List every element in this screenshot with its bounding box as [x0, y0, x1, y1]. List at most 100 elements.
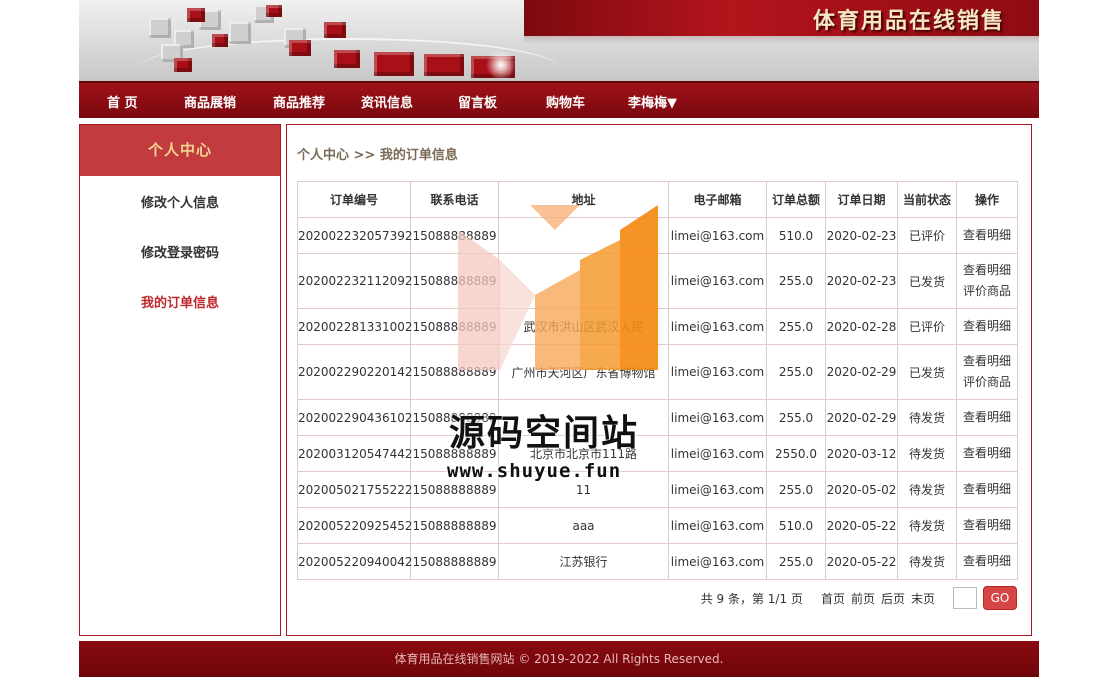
orders-table: 订单编号 联系电话 地址 电子邮箱 订单总额 订单日期 当前状态 操作 2020… [297, 181, 1018, 580]
total-cell: 255.0 [766, 344, 826, 400]
date-cell: 2020-02-23 [825, 253, 898, 309]
actions-cell: 查看明细 [956, 435, 1018, 472]
view-details-link[interactable]: 查看明细 [957, 225, 1017, 246]
view-details-link[interactable]: 查看明细 [957, 443, 1017, 464]
status-cell: 已发货 [897, 344, 957, 400]
phone-cell: 15088888889 [410, 217, 499, 254]
email-cell: limei@163.com [668, 507, 767, 544]
col-header-total: 订单总额 [766, 181, 826, 218]
status-cell: 待发货 [897, 543, 957, 580]
date-cell: 2020-02-23 [825, 217, 898, 254]
total-cell: 2550.0 [766, 435, 826, 472]
main-panel: 个人中心 >> 我的订单信息 订单编号 联系电话 地址 电子邮箱 订单总额 订单… [286, 124, 1032, 636]
view-details-link[interactable]: 查看明细 [957, 351, 1017, 372]
pagination-next[interactable]: 后页 [881, 590, 905, 607]
order-id-cell: 202002281331002 [297, 308, 413, 345]
view-details-link[interactable]: 查看明细 [957, 479, 1017, 500]
total-cell: 255.0 [766, 308, 826, 345]
col-header-phone: 联系电话 [410, 181, 499, 218]
banner-cube [374, 52, 414, 76]
col-header-status: 当前状态 [897, 181, 957, 218]
nav-news[interactable]: 资讯信息 [361, 92, 413, 111]
date-cell: 2020-02-29 [825, 399, 898, 436]
actions-cell: 查看明细 [956, 471, 1018, 508]
actions-cell: 查看明细 [956, 543, 1018, 580]
table-row: 202005220940042 15088888889 江苏银行 limei@163.… [297, 543, 1018, 580]
order-id-cell: 202002232112092 [297, 253, 413, 309]
pagination-first[interactable]: 首页 [821, 590, 845, 607]
col-header-address: 地址 [498, 181, 669, 218]
email-cell: limei@163.com [668, 399, 767, 436]
orders-table-body: 202002232057392 15088888889 limei@163.com 5… [297, 217, 1018, 580]
date-cell: 2020-05-02 [825, 471, 898, 508]
nav-products[interactable]: 商品展销 [184, 92, 236, 111]
banner-cube [324, 22, 346, 38]
actions-cell: 查看明细 评价商品 [956, 344, 1018, 400]
pagination-prev[interactable]: 前页 [851, 590, 875, 607]
nav-user-menu[interactable]: 李梅梅▼ [628, 92, 677, 111]
date-cell: 2020-02-28 [825, 308, 898, 345]
total-cell: 510.0 [766, 507, 826, 544]
total-cell: 255.0 [766, 471, 826, 508]
col-header-order-id: 订单编号 [297, 181, 411, 218]
review-products-link[interactable]: 评价商品 [957, 281, 1017, 302]
pagination-last[interactable]: 末页 [911, 590, 935, 607]
actions-cell: 查看明细 评价商品 [956, 253, 1018, 309]
col-header-email: 电子邮箱 [668, 181, 767, 218]
total-cell: 510.0 [766, 217, 826, 254]
view-details-link[interactable]: 查看明细 [957, 316, 1017, 337]
table-row: 202005021755222 15088888889 11 limei@163.co… [297, 471, 1018, 508]
status-cell: 已评价 [897, 308, 957, 345]
banner-cube [266, 5, 282, 17]
page-number-input[interactable] [953, 587, 977, 609]
address-cell [498, 253, 669, 309]
address-cell: 武汉市洪山区武汉人民 [498, 308, 669, 345]
nav-recommended[interactable]: 商品推荐 [273, 92, 325, 111]
email-cell: limei@163.com [668, 344, 767, 400]
nav-cart[interactable]: 购物车 [546, 92, 585, 111]
go-button[interactable]: GO [983, 586, 1017, 610]
table-row: 202002290220142 15088888889 广州市天河区广东省博物馆 li… [297, 344, 1018, 400]
phone-cell: 15088888889 [410, 308, 499, 345]
actions-cell: 查看明细 [956, 217, 1018, 254]
sidebar-item-my-orders[interactable]: 我的订单信息 [80, 292, 280, 311]
nav-home[interactable]: 首 页 [107, 92, 138, 111]
order-id-cell: 202005021755222 [297, 471, 413, 508]
view-details-link[interactable]: 查看明细 [957, 551, 1017, 572]
email-cell: limei@163.com [668, 253, 767, 309]
banner-cube [424, 54, 464, 76]
status-cell: 待发货 [897, 507, 957, 544]
date-cell: 2020-03-12 [825, 435, 898, 472]
status-cell: 已评价 [897, 217, 957, 254]
banner-title-shadow [524, 36, 1039, 44]
table-row: 202002232057392 15088888889 limei@163.com 5… [297, 217, 1018, 254]
table-row: 202005220925452 15088888889 aaa limei@163.c… [297, 507, 1018, 544]
banner-cube [289, 40, 311, 56]
nav-message-board[interactable]: 留言板 [458, 92, 497, 111]
sidebar-item-change-password[interactable]: 修改登录密码 [80, 242, 280, 261]
header-banner: 体育用品在线销售 [79, 0, 1039, 81]
watermark-title: 源码空间站 [449, 413, 640, 454]
order-id-cell: 202002290436102 [297, 399, 413, 436]
table-row: 202002290436102 15088888889 limei@163.com 2… [297, 399, 1018, 436]
watermark-url: www.shuyue.fun [447, 460, 622, 482]
col-header-date: 订单日期 [825, 181, 898, 218]
address-cell: aaa [498, 507, 669, 544]
view-details-link[interactable]: 查看明细 [957, 407, 1017, 428]
sidebar-item-edit-profile[interactable]: 修改个人信息 [80, 192, 280, 211]
view-details-link[interactable]: 查看明细 [957, 260, 1017, 281]
address-cell: 江苏银行 [498, 543, 669, 580]
view-details-link[interactable]: 查看明细 [957, 515, 1017, 536]
phone-cell: 15088888889 [410, 507, 499, 544]
pagination-info: 共 9 条，第 1/1 页 [700, 591, 803, 606]
sidebar: 个人中心 修改个人信息 修改登录密码 我的订单信息 [79, 124, 281, 636]
status-cell: 待发货 [897, 471, 957, 508]
date-cell: 2020-05-22 [825, 543, 898, 580]
review-products-link[interactable]: 评价商品 [957, 372, 1017, 393]
email-cell: limei@163.com [668, 543, 767, 580]
order-id-cell: 202005220925452 [297, 507, 413, 544]
main-nav: 首 页 商品展销 商品推荐 资讯信息 留言板 购物车 李梅梅▼ [79, 81, 1039, 118]
banner-cube [149, 18, 171, 38]
email-cell: limei@163.com [668, 435, 767, 472]
order-id-cell: 202005220940042 [297, 543, 413, 580]
